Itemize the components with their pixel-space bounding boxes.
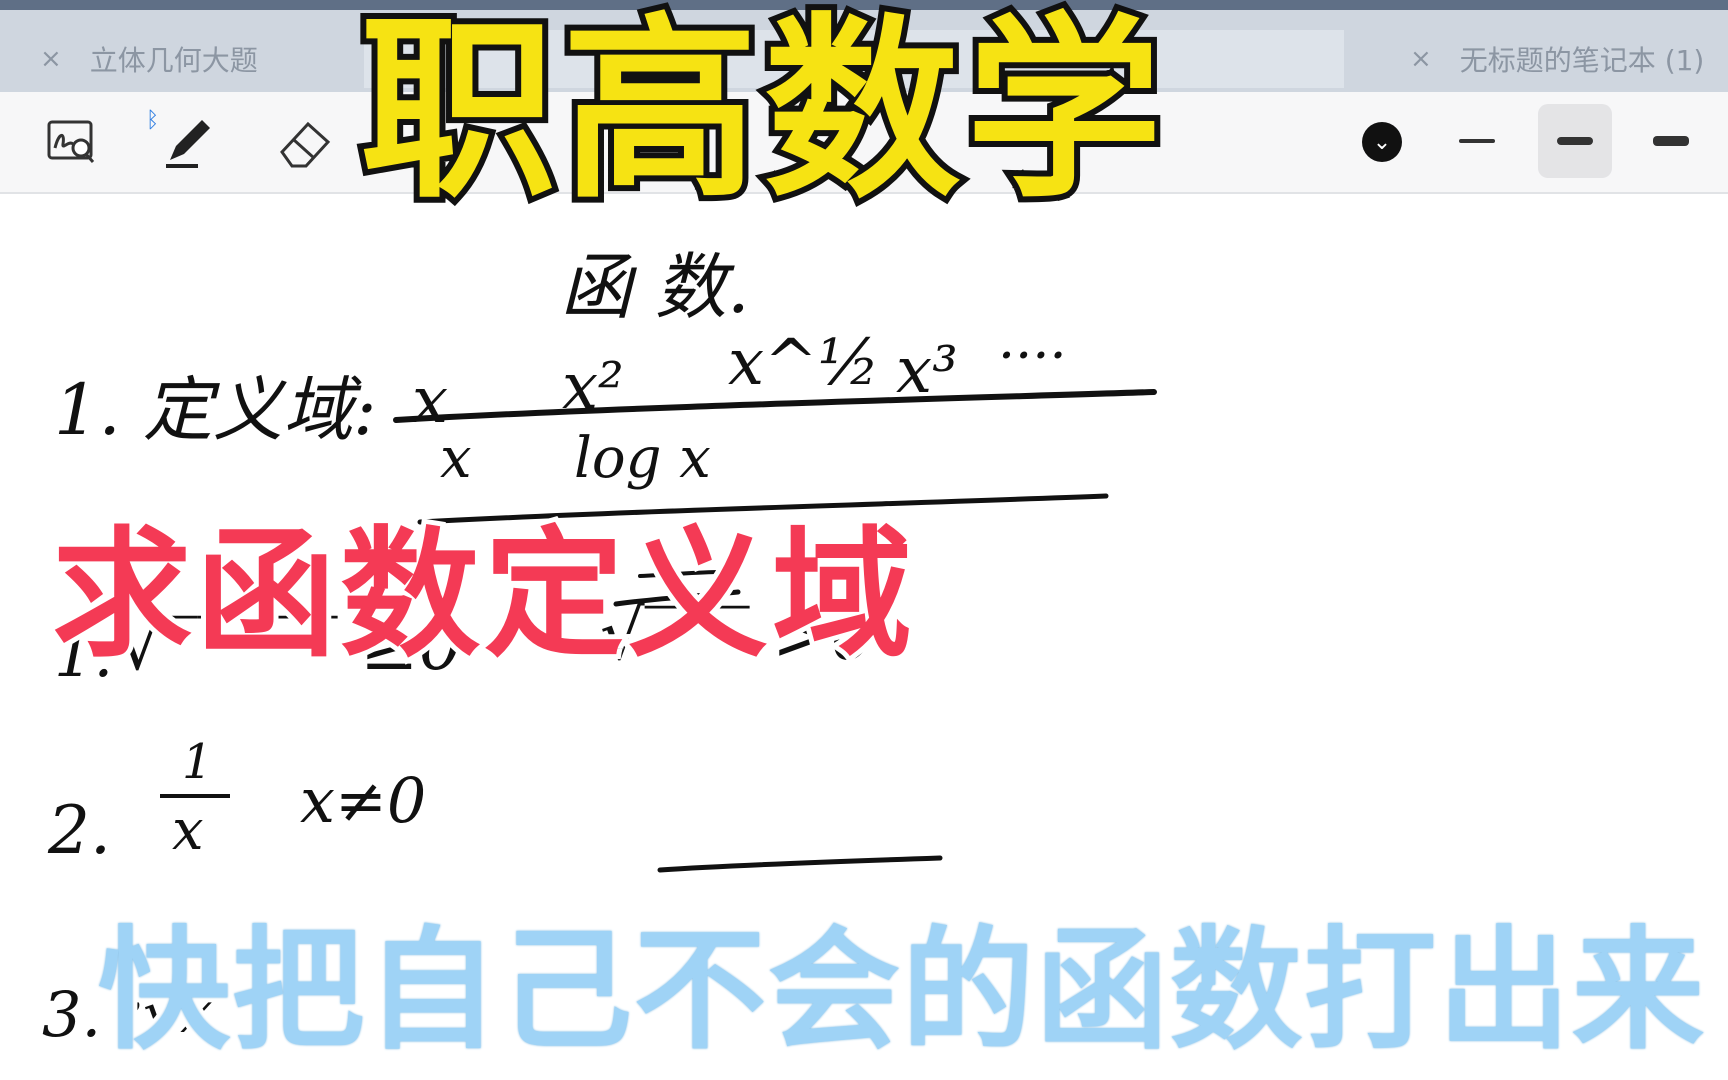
tab-label: 立体几何大题 <box>89 44 258 77</box>
stroke-thick-button[interactable] <box>1634 104 1708 178</box>
rule2-fraction-numerator: 1 <box>182 734 213 790</box>
stroke-thin-button[interactable] <box>1440 104 1514 178</box>
close-icon[interactable]: × <box>1410 44 1432 74</box>
tab-label: 无标题的笔记本 (1) <box>1459 44 1705 77</box>
eraser-icon[interactable] <box>272 110 336 174</box>
close-icon[interactable]: × <box>40 44 62 74</box>
pen-icon[interactable] <box>156 110 220 174</box>
overlay-caption: 快把自己不会的函数打出来 <box>93 909 1709 1073</box>
bluetooth-icon: ᛒ <box>146 108 160 133</box>
rule3-label: 3. <box>42 978 102 1051</box>
overlay-subtitle: 求函数定义域 <box>47 509 917 682</box>
rule2-label: 2. <box>48 792 111 869</box>
lasso-zoom-icon[interactable] <box>40 110 104 174</box>
color-dropdown-chevron-icon[interactable]: ⌄ <box>1362 122 1402 162</box>
overlay-title: 职高数学 <box>354 0 1169 231</box>
rule2-fraction-denominator: x <box>172 798 204 863</box>
tab-untitled-notebook[interactable]: × 无标题的笔记本 (1) <box>1390 30 1728 88</box>
rule2-condition: x≠0 <box>300 764 427 837</box>
tab-solid-geometry[interactable]: × 立体几何大题 <box>0 30 400 88</box>
stroke-medium-button[interactable] <box>1538 104 1612 178</box>
